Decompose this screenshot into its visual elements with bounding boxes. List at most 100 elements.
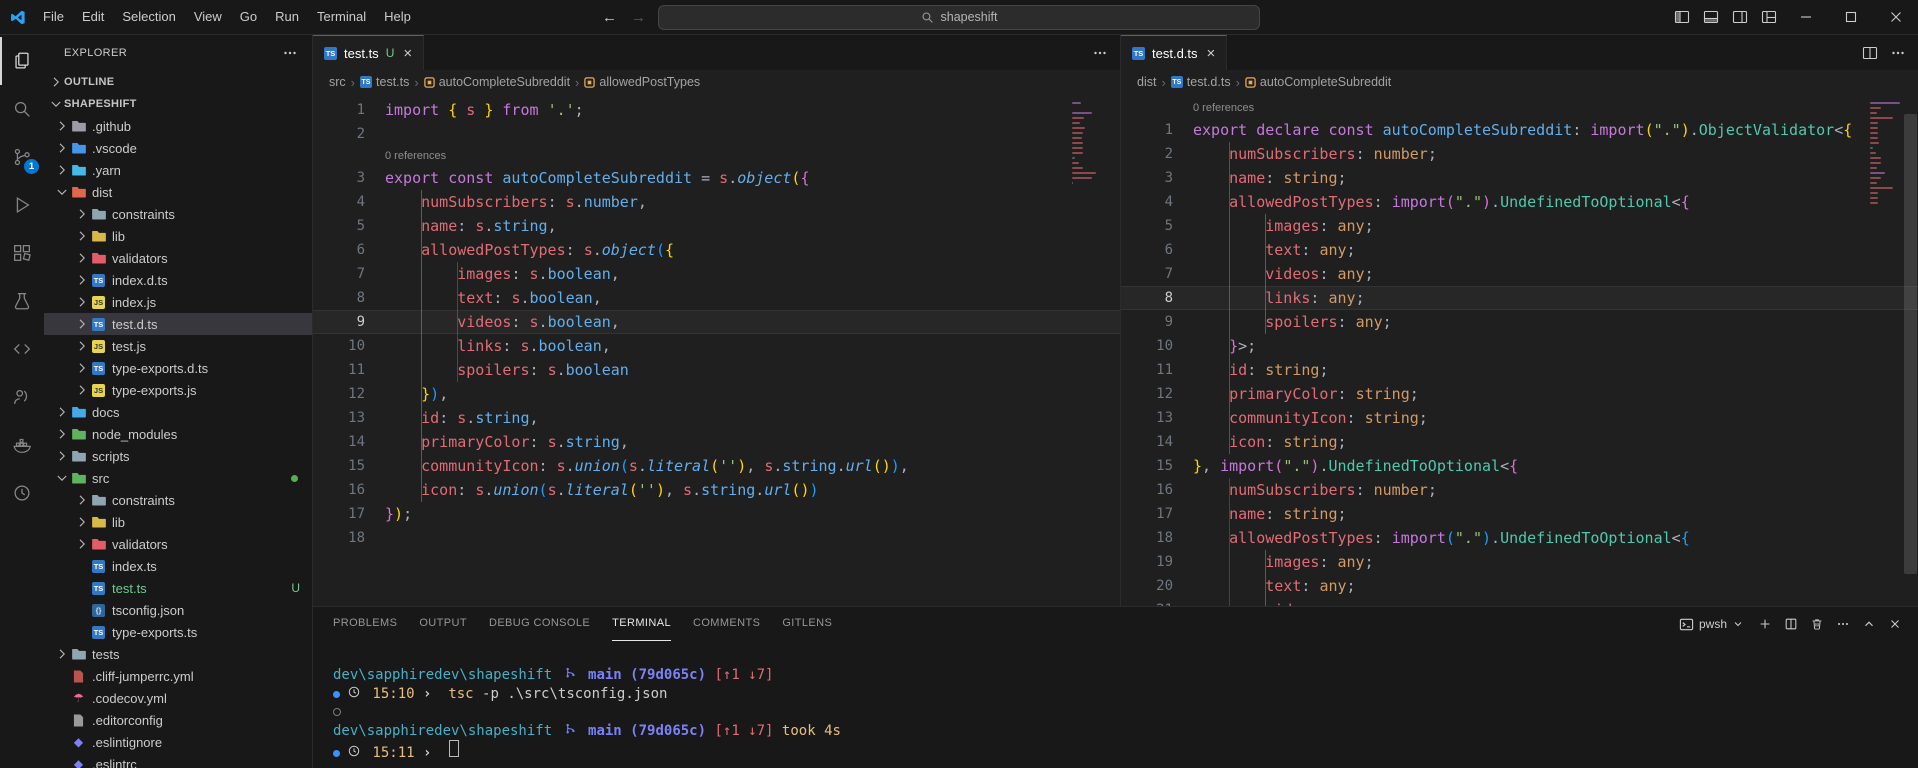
- close-tab-icon[interactable]: ×: [1207, 45, 1216, 62]
- code-line[interactable]: 12 }),: [313, 382, 1120, 406]
- code-line[interactable]: 4 numSubscribers: s.number,: [313, 190, 1120, 214]
- tree-item-index.ts[interactable]: TS index.ts: [44, 555, 312, 577]
- panel-tab-problems[interactable]: PROBLEMS: [333, 607, 397, 641]
- tree-item-lib[interactable]: lib: [44, 225, 312, 247]
- command-center[interactable]: shapeshift: [658, 4, 1260, 30]
- tree-item-index.js[interactable]: JS index.js: [44, 291, 312, 313]
- breadcrumb-item[interactable]: autoCompleteSubreddit: [1245, 75, 1391, 89]
- split-editor-icon[interactable]: [1862, 45, 1878, 61]
- code-line[interactable]: 14 primaryColor: s.string,: [313, 430, 1120, 454]
- toggle-panel-icon[interactable]: [1696, 0, 1725, 34]
- tree-item-src[interactable]: src: [44, 467, 312, 489]
- close-panel-icon[interactable]: [1884, 613, 1906, 635]
- maximize-panel-icon[interactable]: [1858, 613, 1880, 635]
- tree-item-type-exports.js[interactable]: JS type-exports.js: [44, 379, 312, 401]
- more-actions-icon[interactable]: [1890, 45, 1906, 61]
- code-line[interactable]: 21 videos: any;: [1121, 598, 1918, 606]
- panel-tab-terminal[interactable]: TERMINAL: [612, 607, 671, 641]
- code-line[interactable]: 10 links: s.boolean,: [313, 334, 1120, 358]
- code-line[interactable]: 9 videos: s.boolean,: [313, 310, 1120, 334]
- extensions-icon[interactable]: [0, 229, 44, 277]
- code-line[interactable]: 13 communityIcon: string;: [1121, 406, 1918, 430]
- source-control-icon[interactable]: 1: [0, 133, 44, 181]
- run-and-debug-icon[interactable]: [0, 181, 44, 229]
- back-button[interactable]: ←: [602, 9, 617, 26]
- tree-item-test.js[interactable]: JS test.js: [44, 335, 312, 357]
- explorer-icon[interactable]: [0, 37, 44, 85]
- kill-terminal-icon[interactable]: [1806, 613, 1828, 635]
- scrollbar-slider[interactable]: [1904, 114, 1917, 574]
- code-line[interactable]: 16 icon: s.union(s.literal(''), s.string…: [313, 478, 1120, 502]
- code-line[interactable]: 3 name: string;: [1121, 166, 1918, 190]
- codelens-references[interactable]: 0 references: [313, 146, 1120, 166]
- tree-item-scripts[interactable]: scripts: [44, 445, 312, 467]
- code-line[interactable]: 18 allowedPostTypes: import(".").Undefin…: [1121, 526, 1918, 550]
- code-line[interactable]: 7 videos: any;: [1121, 262, 1918, 286]
- project-section-header[interactable]: SHAPESHIFT: [44, 93, 312, 115]
- terminal-line[interactable]: dev\sapphiredev\shapeshift main (79d065c…: [333, 666, 1918, 685]
- maximize-button[interactable]: [1828, 0, 1873, 34]
- code-line[interactable]: 12 primaryColor: string;: [1121, 382, 1918, 406]
- tree-item-.editorconfig[interactable]: .editorconfig: [44, 709, 312, 731]
- terminal-line[interactable]: 15:10 › tsc -p .\src\tsconfig.json: [333, 685, 1918, 704]
- tree-item-test.ts[interactable]: TS test.ts U: [44, 577, 312, 599]
- tree-item-.vscode[interactable]: .vscode: [44, 137, 312, 159]
- code-line[interactable]: 5 name: s.string,: [313, 214, 1120, 238]
- docker-icon[interactable]: [0, 421, 44, 469]
- menu-selection[interactable]: Selection: [113, 0, 184, 34]
- breadcrumb-item[interactable]: allowedPostTypes: [584, 75, 700, 89]
- panel-tab-comments[interactable]: COMMENTS: [693, 607, 760, 641]
- breadcrumb-item[interactable]: dist: [1137, 75, 1156, 89]
- forward-button[interactable]: →: [631, 9, 646, 26]
- editor-viewport[interactable]: 1 import { s } from '.'; 2 0 references 3 exp…: [313, 94, 1120, 606]
- menu-help[interactable]: Help: [375, 0, 420, 34]
- code-line[interactable]: 1 export declare const autoCompleteSubred…: [1121, 118, 1918, 142]
- code-line[interactable]: 17 name: string;: [1121, 502, 1918, 526]
- breadcrumb-item[interactable]: autoCompleteSubreddit: [423, 75, 570, 89]
- breadcrumb-item[interactable]: TS test.ts: [360, 75, 409, 89]
- new-terminal-icon[interactable]: [1754, 613, 1776, 635]
- testing-icon[interactable]: [0, 277, 44, 325]
- tree-item-docs[interactable]: docs: [44, 401, 312, 423]
- tree-item-.cliff-jumperrc.yml[interactable]: .cliff-jumperrc.yml: [44, 665, 312, 687]
- code-line[interactable]: 8 links: any;: [1121, 286, 1918, 310]
- toggle-secondary-sidebar-icon[interactable]: [1725, 0, 1754, 34]
- tree-item-index.d.ts[interactable]: TS index.d.ts: [44, 269, 312, 291]
- close-window-button[interactable]: [1873, 0, 1918, 34]
- code-line[interactable]: 15}, import(".").UndefinedToOptional<{: [1121, 454, 1918, 478]
- tree-item-type-exports.d.ts[interactable]: TS type-exports.d.ts: [44, 357, 312, 379]
- tree-item-.github[interactable]: .github: [44, 115, 312, 137]
- code-line[interactable]: 17});: [313, 502, 1120, 526]
- menu-view[interactable]: View: [185, 0, 231, 34]
- tree-item-constraints[interactable]: constraints: [44, 489, 312, 511]
- terminal-profile-select[interactable]: pwsh: [1679, 617, 1744, 632]
- explorer-more-actions-icon[interactable]: [282, 45, 298, 61]
- panel-tab-output[interactable]: OUTPUT: [419, 607, 467, 641]
- code-line[interactable]: 8 text: s.boolean,: [313, 286, 1120, 310]
- minimize-button[interactable]: [1783, 0, 1828, 34]
- editor-viewport[interactable]: 0 references 1 export declare const autoCo…: [1121, 94, 1918, 606]
- tree-item-lib[interactable]: lib: [44, 511, 312, 533]
- code-line[interactable]: 7 images: s.boolean,: [313, 262, 1120, 286]
- code-line[interactable]: 13 id: s.string,: [313, 406, 1120, 430]
- tree-item-.codecov.yml[interactable]: ☂ .codecov.yml: [44, 687, 312, 709]
- code-line[interactable]: 4 allowedPostTypes: import(".").Undefine…: [1121, 190, 1918, 214]
- menu-edit[interactable]: Edit: [73, 0, 113, 34]
- code-line[interactable]: 11 spoilers: s.boolean: [313, 358, 1120, 382]
- code-line[interactable]: 14 icon: string;: [1121, 430, 1918, 454]
- toggle-primary-sidebar-icon[interactable]: [1667, 0, 1696, 34]
- code-line[interactable]: 6 text: any;: [1121, 238, 1918, 262]
- tab-test-d-ts[interactable]: TS test.d.ts ×: [1121, 35, 1228, 70]
- tree-item-.eslintrc[interactable]: ◆ .eslintrc: [44, 753, 312, 768]
- customize-layout-icon[interactable]: [1754, 0, 1783, 34]
- code-line[interactable]: 15 communityIcon: s.union(s.literal(''),…: [313, 454, 1120, 478]
- code-line[interactable]: 16 numSubscribers: number;: [1121, 478, 1918, 502]
- split-terminal-icon[interactable]: [1780, 613, 1802, 635]
- minimap[interactable]: [1072, 102, 1104, 189]
- tree-item-tsconfig.json[interactable]: {} tsconfig.json: [44, 599, 312, 621]
- close-tab-icon[interactable]: ×: [403, 45, 412, 62]
- tree-item-.eslintignore[interactable]: ◆ .eslintignore: [44, 731, 312, 753]
- code-line[interactable]: 2 numSubscribers: number;: [1121, 142, 1918, 166]
- tree-item-.yarn[interactable]: .yarn: [44, 159, 312, 181]
- terminal-line[interactable]: 15:11 ›: [333, 740, 1918, 761]
